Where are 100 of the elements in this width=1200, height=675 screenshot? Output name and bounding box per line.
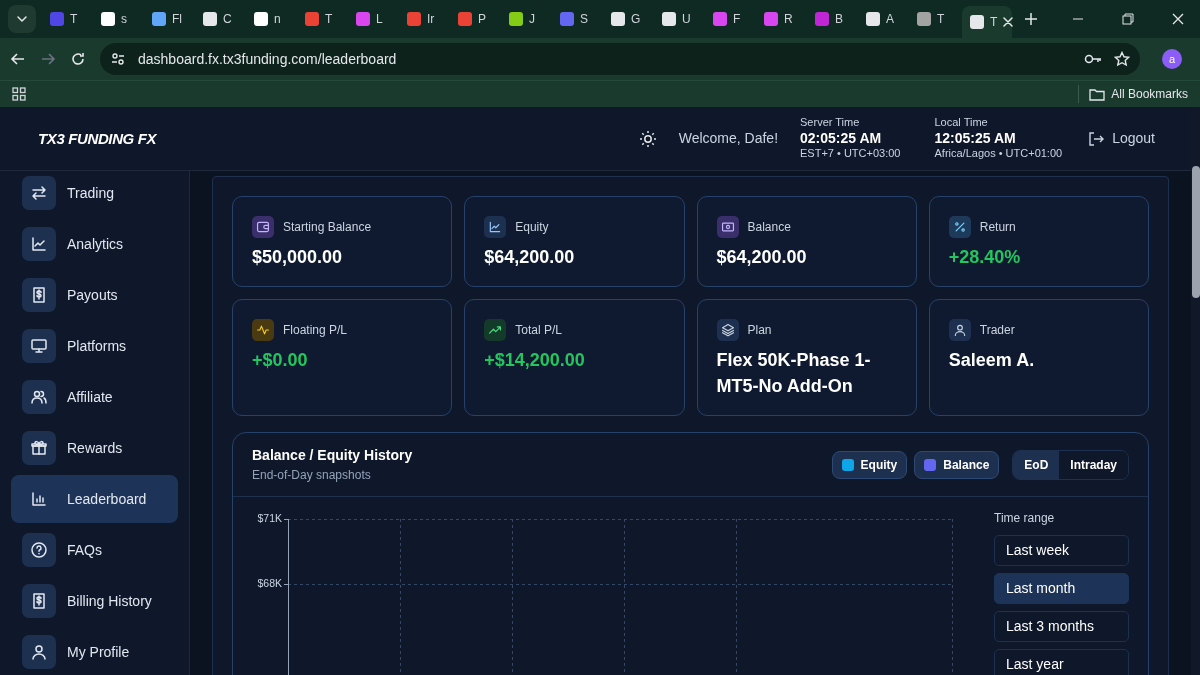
users-icon bbox=[30, 388, 48, 406]
user-icon bbox=[952, 323, 967, 337]
favicon-icon bbox=[50, 12, 64, 26]
browser-tab[interactable]: Ir bbox=[401, 5, 450, 33]
tab-search-button[interactable] bbox=[8, 5, 36, 33]
browser-tab[interactable]: T bbox=[911, 5, 960, 33]
sidebar-item[interactable]: Trading bbox=[11, 176, 178, 210]
theme-toggle-icon[interactable] bbox=[638, 129, 657, 148]
favicon-icon bbox=[356, 12, 370, 26]
line-chart-icon bbox=[30, 235, 48, 253]
browser-tab[interactable]: T bbox=[44, 5, 93, 33]
logout-icon bbox=[1088, 130, 1105, 147]
card-title: Balance / Equity History bbox=[252, 446, 413, 465]
y-tick bbox=[283, 519, 289, 520]
sidebar-item[interactable]: Leaderboard bbox=[11, 475, 178, 523]
stat-label: Trader bbox=[979, 322, 1015, 339]
clock-zone: Africa/Lagos • UTC+01:00 bbox=[934, 147, 1063, 161]
site-settings-icon[interactable] bbox=[110, 51, 126, 67]
bar-chart-icon bbox=[30, 490, 48, 508]
browser-tab[interactable]: F bbox=[707, 5, 756, 33]
favicon-icon bbox=[305, 12, 319, 26]
legend-toggle[interactable]: Balance bbox=[914, 450, 1000, 479]
browser-tab[interactable]: T bbox=[299, 5, 348, 33]
sidebar-item[interactable]: Affiliate bbox=[11, 380, 178, 414]
browser-tab[interactable]: P bbox=[452, 5, 501, 33]
favicon-icon bbox=[917, 12, 931, 26]
percent-icon bbox=[952, 220, 967, 234]
trend-up-icon bbox=[488, 323, 503, 337]
browser-tab[interactable]: G bbox=[605, 5, 654, 33]
stat-label: Balance bbox=[747, 219, 791, 236]
bookmarks-folder[interactable]: All Bookmarks bbox=[1078, 85, 1188, 103]
browser-tab[interactable]: B bbox=[809, 5, 858, 33]
apps-icon[interactable] bbox=[12, 87, 26, 101]
address-bar[interactable]: dashboard.fx.tx3funding.com/leaderboard bbox=[100, 43, 1140, 75]
favicon-icon bbox=[970, 15, 984, 29]
range-option[interactable]: Last month bbox=[994, 573, 1129, 604]
layers-icon bbox=[720, 323, 735, 337]
reload-icon[interactable] bbox=[70, 51, 86, 67]
browser-tab[interactable]: s bbox=[95, 5, 144, 33]
sidebar-item[interactable]: Rewards bbox=[11, 431, 178, 465]
dollar-receipt-icon bbox=[30, 592, 48, 610]
favicon-icon bbox=[713, 12, 727, 26]
stat-label: Equity bbox=[515, 219, 549, 236]
stat-value: +$14,200.00 bbox=[484, 349, 586, 372]
line-chart-icon bbox=[488, 220, 503, 234]
wallet-icon bbox=[256, 220, 270, 234]
logo-text: TX3 FUNDING FX bbox=[38, 129, 157, 147]
stat-value: Saleem A. bbox=[948, 349, 1036, 372]
new-tab-icon[interactable] bbox=[1024, 12, 1038, 26]
close-icon[interactable] bbox=[1172, 13, 1184, 25]
stat-label: Floating P/L bbox=[283, 322, 348, 339]
cash-icon bbox=[720, 220, 735, 234]
browser-tab[interactable]: A bbox=[860, 5, 909, 33]
stat-label: Return bbox=[979, 219, 1016, 236]
logout-button[interactable]: Logout bbox=[1088, 128, 1155, 149]
favicon-icon bbox=[203, 12, 217, 26]
forward-icon[interactable] bbox=[40, 51, 56, 67]
key-icon[interactable] bbox=[1084, 53, 1102, 65]
range-option[interactable]: Last 3 months bbox=[994, 611, 1129, 642]
sidebar-item[interactable]: Billing History bbox=[11, 584, 178, 618]
browser-tab[interactable]: S bbox=[554, 5, 603, 33]
range-option[interactable]: Last year bbox=[994, 649, 1129, 675]
chevron-down-icon bbox=[16, 13, 28, 25]
favicon-icon bbox=[407, 12, 421, 26]
range-option[interactable]: Last week bbox=[994, 535, 1129, 566]
url-text: dashboard.fx.tx3funding.com/leaderboard bbox=[138, 49, 397, 69]
y-tick-label: $71K bbox=[257, 512, 282, 524]
mode-tab[interactable]: EoD bbox=[1013, 450, 1060, 479]
welcome-text: Welcome, Dafe! bbox=[678, 129, 779, 148]
favicon-icon bbox=[866, 12, 880, 26]
y-tick-label: $68K bbox=[257, 577, 282, 589]
sidebar-item[interactable]: Analytics bbox=[11, 227, 178, 261]
favicon-icon bbox=[764, 12, 778, 26]
back-icon[interactable] bbox=[10, 51, 26, 67]
restore-icon[interactable] bbox=[1122, 13, 1134, 25]
sidebar-item[interactable]: FAQs bbox=[11, 533, 178, 567]
legend-toggle[interactable]: Equity bbox=[831, 450, 908, 479]
browser-tab[interactable]: J bbox=[503, 5, 552, 33]
favicon-icon bbox=[815, 12, 829, 26]
stat-label: Total P/L bbox=[515, 322, 562, 339]
browser-tab[interactable]: Fl bbox=[146, 5, 195, 33]
help-icon bbox=[30, 541, 48, 559]
stat-value: +$0.00 bbox=[252, 349, 309, 372]
sidebar-item[interactable]: My Profile bbox=[11, 635, 178, 669]
sidebar-item[interactable]: Platforms bbox=[11, 329, 178, 363]
clock-time: 12:05:25 AM bbox=[934, 129, 1017, 148]
browser-tab[interactable]: R bbox=[758, 5, 807, 33]
profile-avatar[interactable]: a bbox=[1162, 49, 1182, 69]
stat-label: Starting Balance bbox=[283, 219, 372, 236]
browser-tab[interactable]: n bbox=[248, 5, 297, 33]
sidebar-item[interactable]: Payouts bbox=[11, 278, 178, 312]
browser-tab[interactable]: T bbox=[962, 6, 1012, 38]
clock-zone: EST+7 • UTC+03:00 bbox=[800, 147, 901, 161]
stat-value: $64,200.00 bbox=[484, 246, 576, 269]
browser-tab[interactable]: L bbox=[350, 5, 399, 33]
clock-label: Local Time bbox=[934, 116, 989, 130]
star-icon[interactable] bbox=[1114, 51, 1130, 67]
browser-tab[interactable]: U bbox=[656, 5, 705, 33]
browser-tab[interactable]: C bbox=[197, 5, 246, 33]
y-tick bbox=[283, 584, 289, 585]
